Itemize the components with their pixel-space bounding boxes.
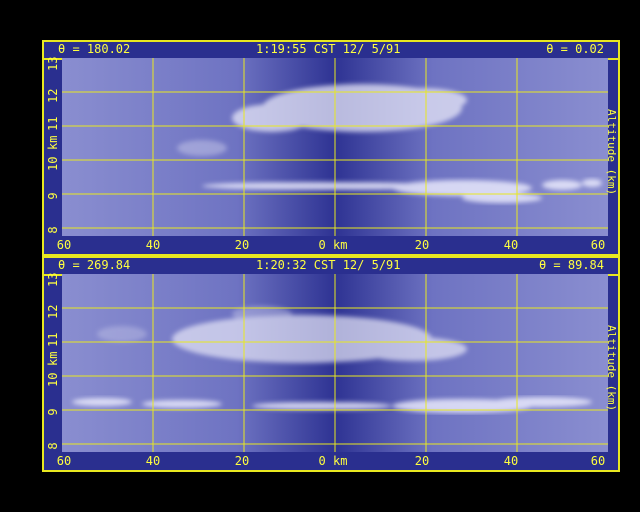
- y-tick: 11: [46, 332, 60, 347]
- y-tick: 10: [46, 156, 60, 171]
- x-tick: 20: [414, 238, 430, 252]
- x-tick: 0 km: [318, 238, 348, 252]
- x-tick: 40: [503, 454, 519, 468]
- x-tick: 20: [234, 238, 250, 252]
- timestamp: 1:20:32 CST 12/ 5/91: [256, 258, 401, 272]
- y-axis-left: 8 9 10 km 11 12 13: [44, 272, 62, 452]
- x-tick: 60: [56, 238, 72, 252]
- theta-right: θ = 89.84: [538, 258, 604, 272]
- x-tick: 60: [590, 454, 606, 468]
- y-axis-left: 8 9 10 km 11 12 13: [44, 56, 62, 236]
- x-tick: 40: [145, 238, 161, 252]
- x-tick: 40: [145, 454, 161, 468]
- y-tick: 12: [46, 88, 60, 103]
- x-tick: 60: [56, 454, 72, 468]
- theta-right: θ = 0.02: [546, 42, 604, 56]
- lidar-image: [62, 58, 608, 236]
- cloud-lower: [72, 398, 132, 406]
- y-label-right: Altitude (km): [605, 108, 618, 196]
- y-unit-label: km: [46, 351, 60, 366]
- lidar-panel-bottom: θ = 269.84 1:20:32 CST 12/ 5/91 θ = 89.8…: [42, 256, 620, 472]
- x-tick: 20: [414, 454, 430, 468]
- y-tick: 13: [46, 272, 60, 287]
- y-tick: 9: [46, 408, 60, 416]
- theta-left: θ = 180.02: [58, 42, 131, 56]
- y-tick: 12: [46, 304, 60, 319]
- lidar-image: [62, 274, 608, 452]
- y-tick: 9: [46, 192, 60, 200]
- x-axis: 60 40 20 0 km 20 40 60: [44, 238, 618, 254]
- x-tick: 40: [503, 238, 519, 252]
- x-tick: 60: [590, 238, 606, 252]
- y-tick: 8: [46, 226, 60, 234]
- y-tick: 13: [46, 56, 60, 71]
- y-label-right: Altitude (km): [605, 324, 618, 412]
- x-axis: 60 40 20 0 km 20 40 60: [44, 454, 618, 470]
- y-tick: 11: [46, 116, 60, 131]
- x-tick: 20: [234, 454, 250, 468]
- x-tick: 0 km: [318, 454, 348, 468]
- y-tick: 10: [46, 372, 60, 387]
- y-tick: 8: [46, 442, 60, 450]
- theta-left: θ = 269.84: [58, 258, 131, 272]
- y-unit-label: km: [46, 135, 60, 150]
- lidar-panel-top: θ = 180.02 1:19:55 CST 12/ 5/91 θ = 0.02…: [42, 40, 620, 256]
- timestamp: 1:19:55 CST 12/ 5/91: [256, 42, 401, 56]
